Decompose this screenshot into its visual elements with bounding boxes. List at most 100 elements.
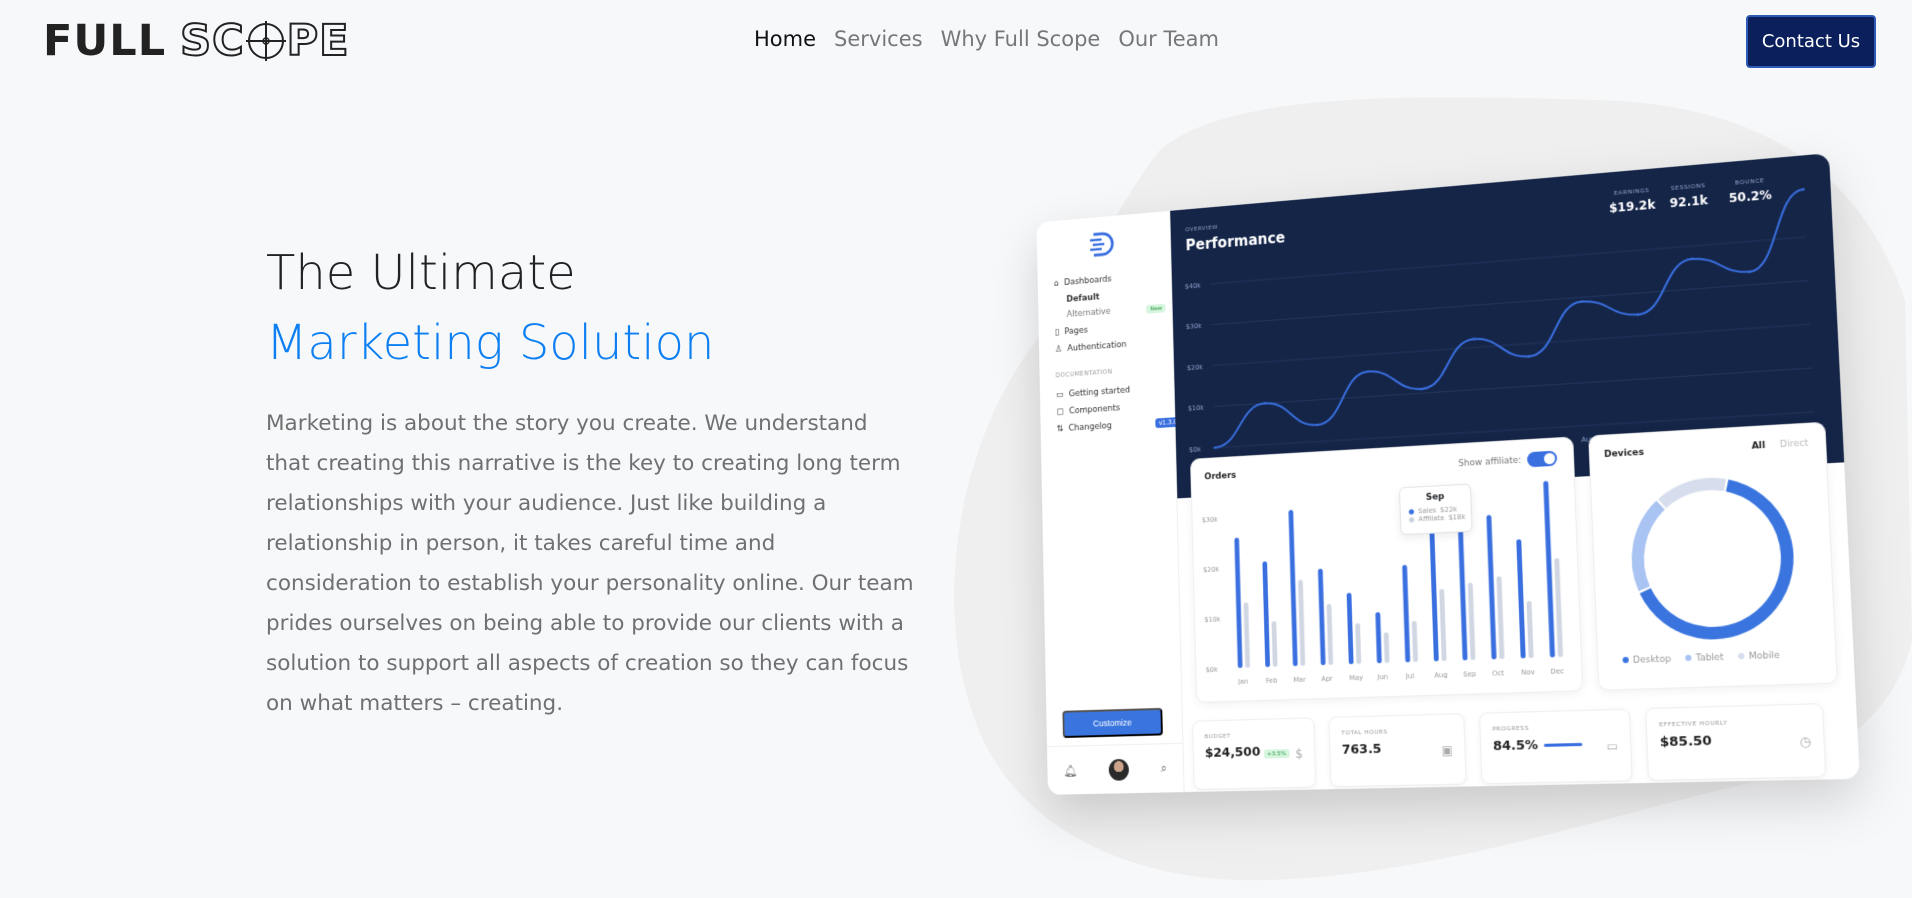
mini-label: PROGRESS <box>1492 724 1530 733</box>
sidebar-item-dashboards[interactable]: ⌂ Dashboards <box>1054 275 1112 289</box>
bar-sales <box>1262 561 1271 668</box>
clock-icon: ◷ <box>1799 734 1812 750</box>
mini-label: TOTAL HOURS <box>1341 728 1388 737</box>
x-tick-label: Jun <box>1376 673 1388 682</box>
nav-why-full-scope[interactable]: Why Full Scope <box>941 27 1101 51</box>
bar-affiliate <box>1439 588 1447 662</box>
sidebar-item-default[interactable]: Default <box>1066 293 1099 305</box>
budget-value: $24,500 <box>1204 744 1261 761</box>
sidebar-item-authentication[interactable]: ♙ Authentication <box>1055 340 1127 355</box>
bar-affiliate <box>1554 558 1564 658</box>
bar-affiliate <box>1383 632 1390 664</box>
bar-sales <box>1402 564 1411 663</box>
bar-affiliate <box>1243 602 1251 668</box>
bar-affiliate <box>1411 620 1418 663</box>
mini-label: BUDGET <box>1204 732 1231 741</box>
y-tick-label: $40k <box>1185 282 1201 291</box>
sidebar-item-pages[interactable]: ▯ Pages <box>1055 326 1088 338</box>
progress-card: PROGRESS 84.5% ▭ <box>1478 708 1633 785</box>
sidebar-item-label: Components <box>1069 403 1121 417</box>
search-icon[interactable]: ⌕ <box>1161 761 1168 776</box>
x-tick-label: Nov <box>1521 668 1535 677</box>
x-tick-label: Feb <box>1266 676 1278 685</box>
devices-donut-chart <box>1589 423 1839 692</box>
hero-title-line-1: The Ultimate <box>266 245 576 301</box>
budget-change-badge: +3.5% <box>1264 749 1290 759</box>
sidebar-item-label: Dashboards <box>1063 274 1112 288</box>
donut-slice <box>1661 483 1725 503</box>
y-tick-label: $20k <box>1203 565 1219 574</box>
bar-affiliate <box>1355 623 1362 664</box>
avatar[interactable] <box>1108 758 1129 781</box>
bar-affiliate <box>1526 600 1534 659</box>
nav-home[interactable]: Home <box>754 27 816 51</box>
y-tick-label: $10k <box>1204 615 1220 624</box>
nav-services[interactable]: Services <box>834 27 923 51</box>
customize-button[interactable]: Customize <box>1062 707 1163 739</box>
mini-value: 763.5 <box>1341 741 1382 758</box>
donut-slice <box>1641 482 1791 635</box>
budget-card: BUDGET $24,500 +3.5% $ <box>1192 717 1317 790</box>
tooltip-affiliate-value: $18k <box>1448 512 1466 522</box>
x-tick-label: Mar <box>1293 675 1306 684</box>
bar-sales <box>1234 537 1243 669</box>
tooltip-affiliate-row: ● Affiliate $18k <box>1408 512 1466 524</box>
bar-sales <box>1486 514 1497 660</box>
y-tick-label: $30k <box>1186 322 1202 331</box>
logo-word-full: FULL <box>43 15 167 66</box>
bar-affiliate <box>1326 603 1334 665</box>
hero-title: The Ultimate Marketing Solution <box>266 238 714 378</box>
progress-bar <box>1544 742 1583 747</box>
hero-description: Marketing is about the story you create.… <box>266 411 914 716</box>
x-tick-label: Dec <box>1550 667 1564 676</box>
x-tick-label: Aug <box>1434 671 1448 680</box>
mini-label: EFFECTIVE HOURLY <box>1658 719 1728 729</box>
mini-value: 84.5% <box>1493 737 1583 754</box>
legend-label: Mobile <box>1748 650 1780 663</box>
y-tick-label: $30k <box>1202 515 1218 524</box>
tooltip-month: Sep <box>1425 491 1445 503</box>
y-tick-label: $0k <box>1189 445 1201 454</box>
sidebar-item-label: Alternative <box>1066 306 1111 320</box>
mini-value: $24,500 +3.5% <box>1204 744 1290 761</box>
gridline <box>1210 237 1805 284</box>
sidebar-footer: 🔔︎ ⌕ <box>1046 742 1184 795</box>
x-tick-label: Apr <box>1321 675 1333 684</box>
dollar-icon: $ <box>1295 746 1303 761</box>
x-tick-label: Jul <box>1405 672 1415 681</box>
bar-affiliate <box>1467 582 1476 661</box>
bar-affiliate <box>1271 621 1278 667</box>
bar-affiliate <box>1298 579 1306 666</box>
orders-card: Orders Show affiliate: $0k $10k $20k $30k Ja… <box>1190 436 1584 703</box>
crosshair-icon <box>245 21 286 61</box>
nav-our-team[interactable]: Our Team <box>1118 27 1219 51</box>
gridline <box>1211 281 1807 325</box>
legend-mobile: Mobile <box>1737 650 1780 663</box>
logo-scope-end: PE <box>286 15 350 66</box>
sidebar-item-getting-started[interactable]: ▭ Getting started <box>1056 386 1130 400</box>
new-badge: New <box>1146 303 1166 314</box>
legend-tablet: Tablet <box>1685 653 1724 665</box>
sidebar-item-label: Authentication <box>1067 340 1127 354</box>
bar-affiliate <box>1496 576 1505 660</box>
gridline <box>1214 368 1812 407</box>
sidebar-item-alternative[interactable]: Alternative New <box>1067 303 1166 320</box>
bar-sales <box>1375 612 1382 664</box>
book-icon: ▢ <box>1056 407 1064 418</box>
sidebar-item-components[interactable]: ▢ Components <box>1056 404 1120 418</box>
mini-value: $85.50 <box>1659 733 1713 751</box>
logo-word-scope: SC PE <box>179 15 350 66</box>
sidebar-item-changelog[interactable]: ⇅ Changelog v1.3.0 <box>1057 416 1182 434</box>
sidebar-item-label: Pages <box>1064 325 1088 337</box>
bar-sales <box>1346 592 1354 665</box>
sidebar-item-label: Default <box>1066 292 1100 305</box>
sidebar-item-label: Getting started <box>1068 385 1131 400</box>
bell-icon[interactable]: 🔔︎ <box>1063 763 1077 777</box>
devices-card: Devices All Direct Desktop Tablet Mobile <box>1588 421 1839 692</box>
contact-us-button[interactable]: Contact Us <box>1746 15 1876 68</box>
hero-title-line-2: Marketing Solution <box>266 315 715 371</box>
orders-bar-chart: $0k $10k $20k $30k Jan Feb Mar Apr May Jun Jul Aug S… <box>1202 480 1565 686</box>
tooltip-affiliate-label: Affiliate <box>1418 513 1445 524</box>
bar-sales <box>1317 568 1326 666</box>
logo[interactable]: FULL SC PE <box>43 15 350 66</box>
